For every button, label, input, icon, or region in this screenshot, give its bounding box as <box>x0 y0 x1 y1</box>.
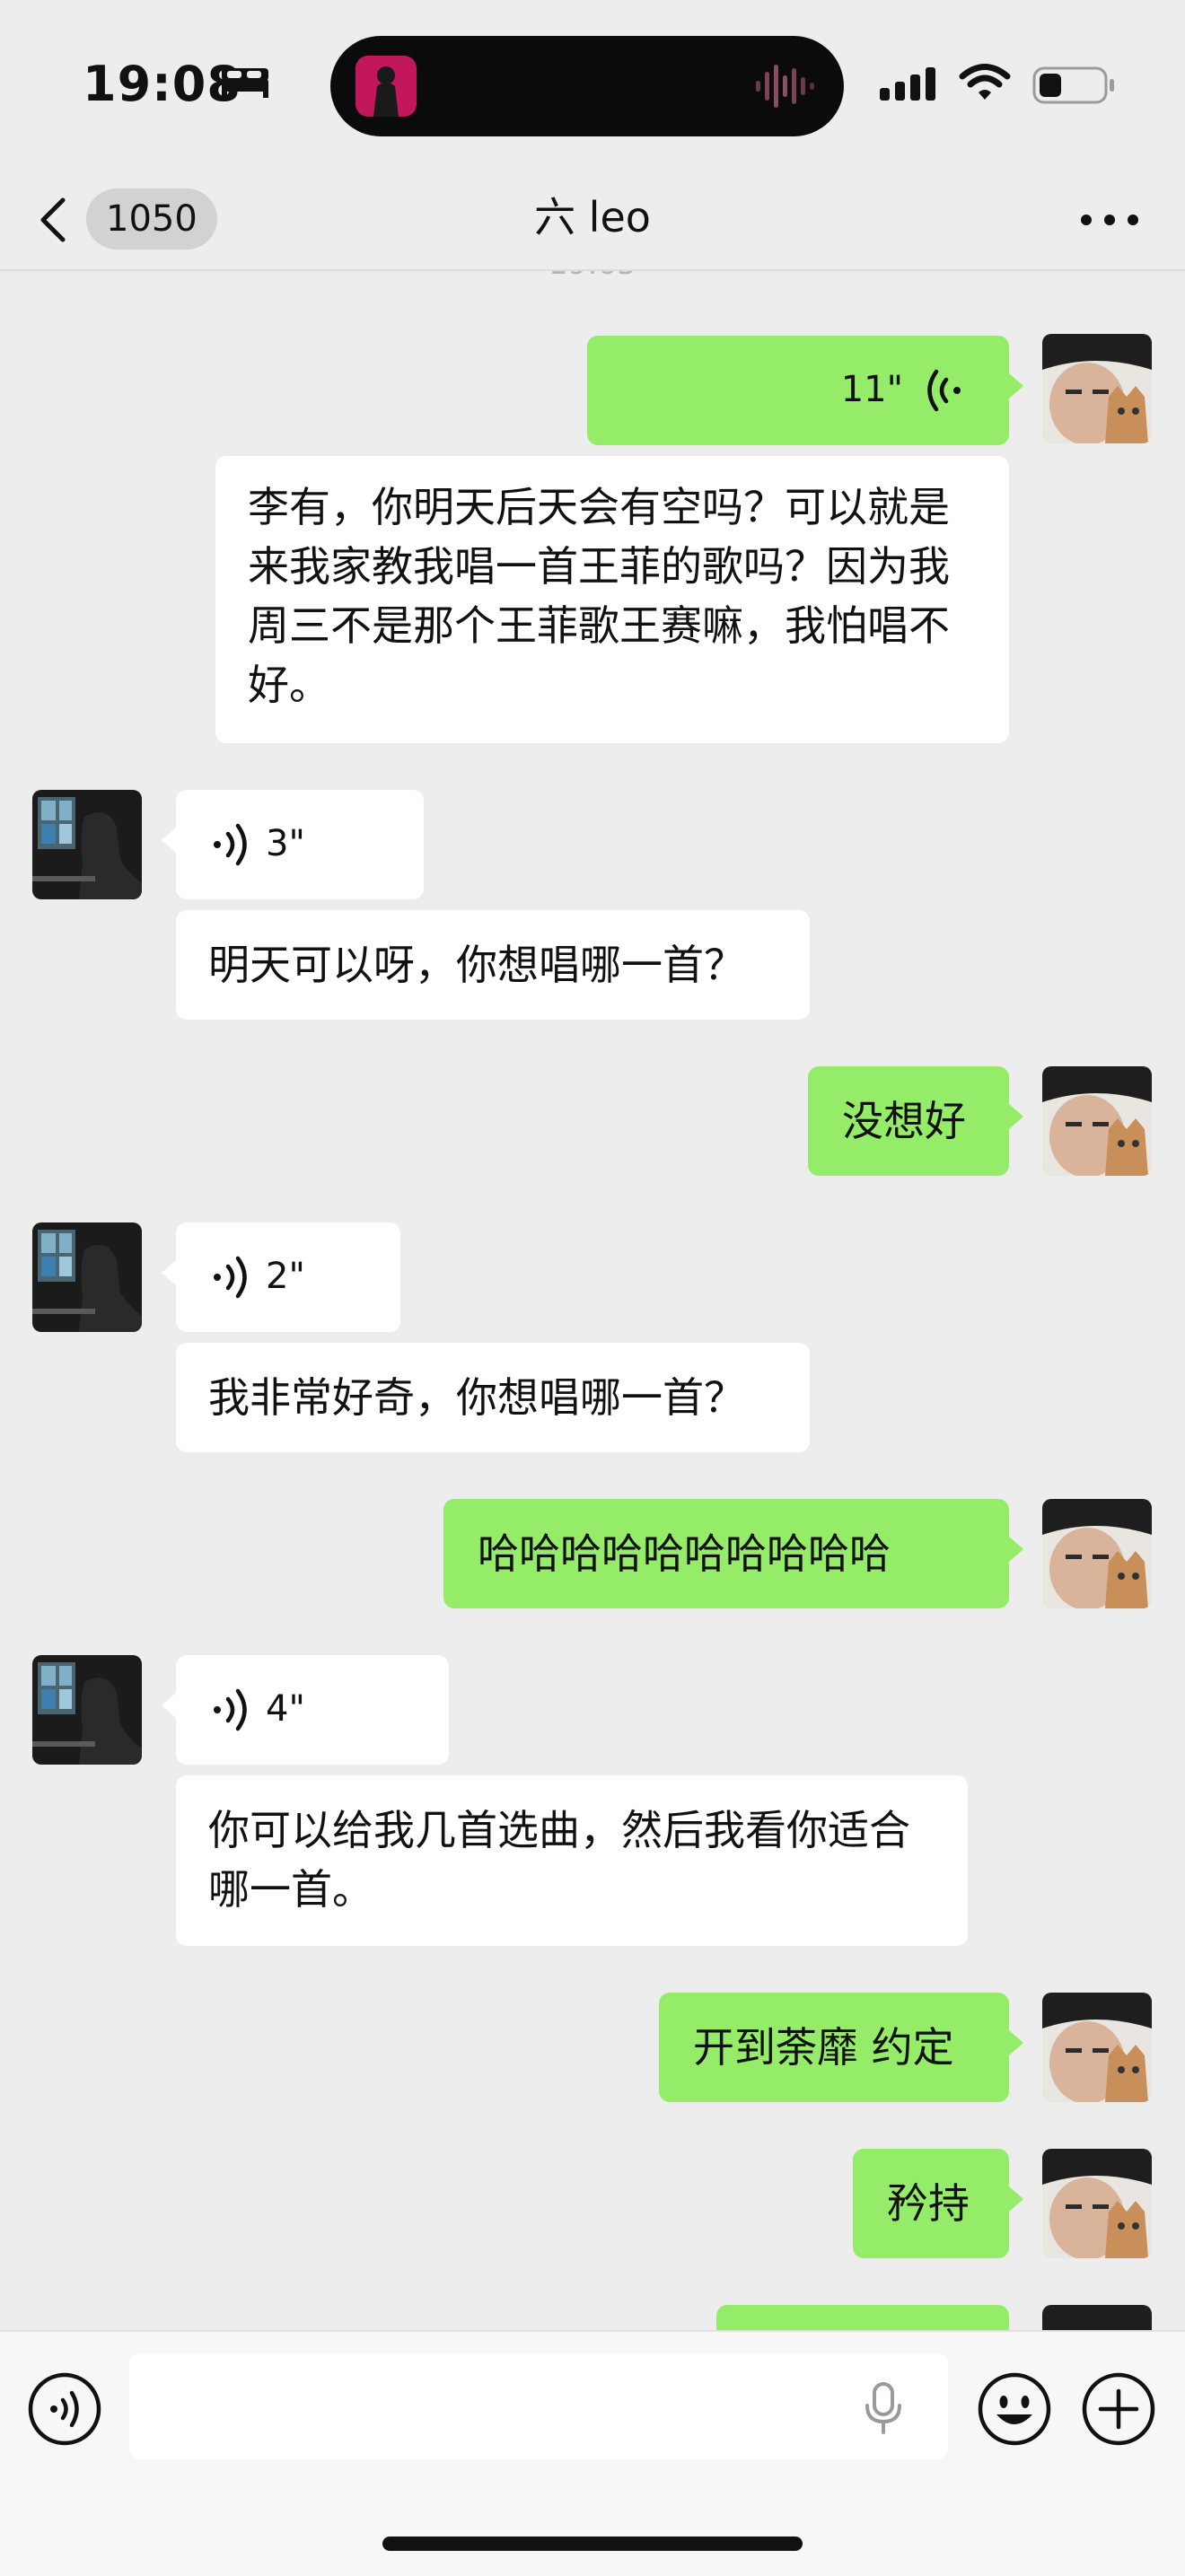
message-text: 我非常好奇，你想唱哪一首？ <box>208 1373 745 1422</box>
voice-duration: 11" <box>840 369 903 410</box>
received-voice-message[interactable]: 4" <box>162 1655 449 1765</box>
wifi-icon <box>959 64 1011 100</box>
battery-icon <box>1032 66 1114 104</box>
message-bubble[interactable]: 我非常好奇，你想唱哪一首？ <box>176 1343 810 1452</box>
my-avatar[interactable] <box>1042 2305 1152 2330</box>
voice-duration: 4" <box>266 1688 305 1730</box>
more-icon[interactable] <box>1074 197 1146 242</box>
voice-toggle-icon[interactable] <box>27 2371 102 2447</box>
status-bar: 19:08 <box>0 0 1185 171</box>
message-bubble[interactable]: 没想好 <box>808 1066 1023 1176</box>
voice-wave-icon <box>214 1256 247 1299</box>
contact-avatar[interactable] <box>32 790 142 899</box>
voice-wave-icon <box>214 823 247 866</box>
status-time: 19:08 <box>83 56 241 112</box>
message-bubble[interactable]: 李有，你明天后天会有空吗？可以就是来我家教我唱一首王菲的歌吗？因为我周三不是那个… <box>215 456 1009 743</box>
sent-voice-message[interactable]: 11" <box>587 336 1023 445</box>
received-voice-message[interactable]: 3" <box>162 790 424 899</box>
message-text: 开到荼靡 约定 <box>693 2023 954 2072</box>
my-avatar[interactable] <box>1042 334 1152 443</box>
message-bubble[interactable]: 矜持 <box>853 2149 1023 2258</box>
my-avatar[interactable] <box>1042 1993 1152 2102</box>
voice-duration: 3" <box>266 823 305 864</box>
message-input[interactable] <box>129 2353 948 2459</box>
bed-icon <box>222 68 268 98</box>
message-timestamp: 19:05 <box>0 271 1185 282</box>
message-list[interactable]: 19:05 11" 李有，你明天后天会有空吗？可以就是来我家教我唱一首王菲的歌吗… <box>0 271 1185 2330</box>
contact-avatar[interactable] <box>32 1655 142 1765</box>
received-voice-message[interactable]: 2" <box>162 1222 400 1332</box>
message-bubble[interactable]: 哈哈哈哈哈哈哈哈哈哈 <box>443 1499 1023 1608</box>
voice-wave-icon <box>927 369 961 412</box>
my-avatar[interactable] <box>1042 1066 1152 1176</box>
message-text: 明天可以呀，你想唱哪一首？ <box>208 941 745 989</box>
contact-avatar[interactable] <box>32 1222 142 1332</box>
chat-header: 1050 六 leo <box>0 171 1185 271</box>
chat-title: 六 leo <box>534 193 651 241</box>
message-bubble[interactable]: 开到荼靡 约定 <box>659 1993 1023 2102</box>
message-bubble[interactable] <box>716 2305 1009 2330</box>
mic-icon[interactable] <box>864 2382 903 2434</box>
plus-icon[interactable] <box>1081 2371 1156 2447</box>
signal-icon <box>880 67 935 101</box>
message-bubble[interactable]: 你可以给我几首选曲，然后我看你适合哪一首。 <box>176 1775 968 1946</box>
message-text: 你可以给我几首选曲，然后我看你适合哪一首。 <box>208 1806 910 1914</box>
my-avatar[interactable] <box>1042 1499 1152 1608</box>
dynamic-island[interactable] <box>330 36 844 136</box>
my-avatar[interactable] <box>1042 2149 1152 2258</box>
emoji-icon[interactable] <box>977 2371 1052 2447</box>
message-text: 没想好 <box>842 1097 966 1145</box>
voice-wave-icon <box>214 1688 247 1731</box>
home-indicator[interactable] <box>382 2537 803 2551</box>
now-playing-artwork <box>356 56 417 117</box>
input-bar <box>0 2330 1185 2576</box>
message-text: 李有，你明天后天会有空吗？可以就是来我家教我唱一首王菲的歌吗？因为我周三不是那个… <box>248 483 950 709</box>
voice-duration: 2" <box>266 1256 305 1297</box>
message-bubble[interactable]: 明天可以呀，你想唱哪一首？ <box>176 910 810 1020</box>
message-text: 矜持 <box>887 2179 970 2228</box>
audio-wave-icon <box>756 65 814 108</box>
message-text: 哈哈哈哈哈哈哈哈哈哈 <box>478 1529 891 1578</box>
